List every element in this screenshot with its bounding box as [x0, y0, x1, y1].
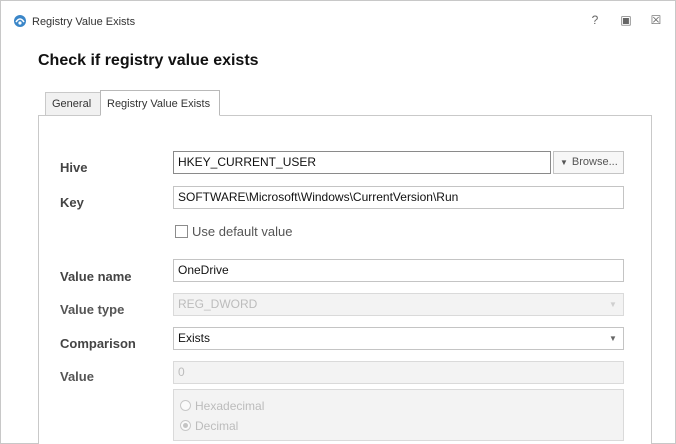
radio-hexadecimal[interactable]: Hexadecimal	[180, 399, 264, 413]
decimal-radio-icon[interactable]	[180, 420, 191, 431]
value-value: 0	[178, 365, 185, 379]
app-icon	[14, 15, 26, 27]
dialog-window: Registry Value Exists ? ▣ ☒ Check if reg…	[0, 0, 676, 444]
tab-registry-value-exists[interactable]: Registry Value Exists	[100, 90, 220, 116]
comparison-value: Exists	[178, 331, 211, 345]
radio-decimal[interactable]: Decimal	[180, 419, 238, 433]
value-name-input[interactable]: OneDrive	[173, 259, 624, 282]
value-name-value: OneDrive	[178, 263, 229, 277]
value-type-value: REG_DWORD	[178, 297, 258, 311]
comparison-chevron-down-icon: ▼	[609, 334, 617, 343]
hive-label: Hive	[60, 160, 88, 175]
help-button[interactable]: ?	[587, 12, 603, 28]
comparison-select[interactable]: Exists	[173, 327, 624, 350]
close-button[interactable]: ☒	[648, 12, 664, 28]
dialog-heading: Check if registry value exists	[38, 52, 259, 69]
browse-label: Browse...	[571, 156, 618, 168]
hive-select[interactable]: HKEY_CURRENT_USER	[173, 151, 551, 174]
key-value: SOFTWARE\Microsoft\Windows\CurrentVersio…	[178, 190, 459, 204]
hexadecimal-label: Hexadecimal	[195, 399, 265, 413]
hive-value: HKEY_CURRENT_USER	[178, 155, 317, 169]
browse-button[interactable]: ▼ Browse...	[553, 151, 624, 174]
title-bar[interactable]: Registry Value Exists ? ▣ ☒	[1, 1, 675, 35]
window-title: Registry Value Exists	[32, 16, 136, 28]
value-name-label: Value name	[60, 269, 132, 284]
key-input[interactable]: SOFTWARE\Microsoft\Windows\CurrentVersio…	[173, 186, 624, 209]
tab-general[interactable]: General	[45, 92, 101, 116]
value-type-label: Value type	[60, 302, 125, 317]
value-label: Value	[60, 369, 94, 384]
browse-dropdown-icon: ▼	[560, 158, 568, 167]
decimal-label: Decimal	[195, 419, 239, 433]
maximize-button[interactable]: ▣	[618, 12, 634, 28]
value-type-select[interactable]: REG_DWORD	[173, 293, 624, 316]
hexadecimal-radio-icon[interactable]	[180, 400, 191, 411]
use-default-checkbox[interactable]	[175, 225, 188, 238]
use-default-label: Use default value	[192, 224, 293, 239]
comparison-label: Comparison	[60, 336, 136, 351]
value-input[interactable]: 0	[173, 361, 624, 384]
key-label: Key	[60, 195, 84, 210]
use-default-checkbox-row[interactable]: Use default value	[175, 224, 292, 242]
value-type-chevron-down-icon: ▼	[609, 300, 617, 309]
radix-group: Hexadecimal Decimal	[173, 389, 624, 441]
